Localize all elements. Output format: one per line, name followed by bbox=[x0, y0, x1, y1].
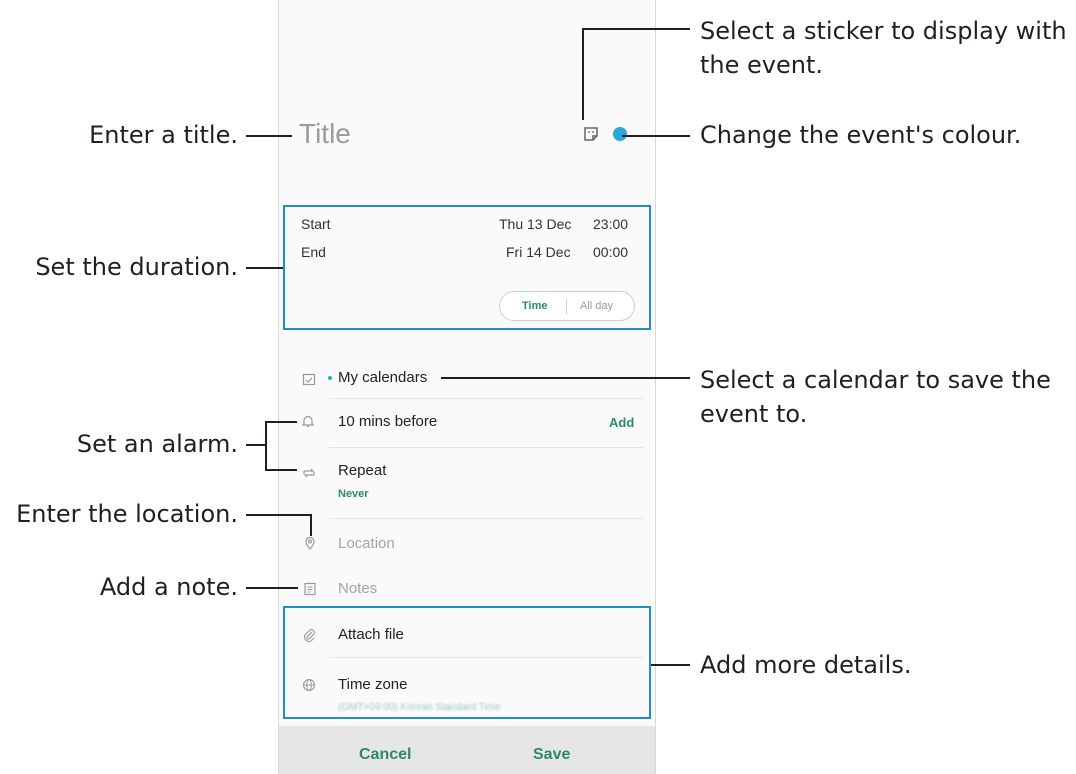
line-sticker-h bbox=[582, 28, 690, 30]
title-input[interactable]: Title bbox=[299, 118, 351, 150]
line-alarm-top bbox=[265, 421, 297, 423]
annotation-calendar-line2: event to. bbox=[700, 400, 808, 428]
line-details bbox=[651, 664, 690, 666]
divider bbox=[329, 398, 643, 399]
color-dot-icon[interactable] bbox=[613, 127, 627, 141]
line-colour bbox=[622, 135, 690, 137]
location-input[interactable]: Location bbox=[338, 535, 395, 552]
save-button[interactable]: Save bbox=[533, 746, 570, 764]
line-alarm-stem bbox=[246, 444, 266, 446]
notes-icon bbox=[303, 582, 317, 596]
annotation-sticker: Select a sticker to display with the eve… bbox=[700, 14, 1067, 82]
annotation-alarm: Set an alarm. bbox=[76, 430, 238, 458]
divider bbox=[329, 518, 643, 519]
line-title bbox=[246, 135, 292, 137]
repeat-value: Never bbox=[338, 488, 369, 500]
sticker-icon[interactable] bbox=[583, 126, 599, 142]
details-highlight bbox=[283, 606, 651, 719]
divider bbox=[329, 447, 643, 448]
bottom-action-bar: Cancel Save bbox=[279, 726, 655, 774]
line-alarm-bottom bbox=[265, 469, 297, 471]
duration-highlight bbox=[283, 205, 651, 330]
annotation-colour: Change the event's colour. bbox=[700, 121, 1022, 149]
annotation-sticker-line1: Select a sticker to display with bbox=[700, 17, 1067, 45]
calendar-color-dot bbox=[328, 376, 332, 380]
annotation-sticker-line2: the event. bbox=[700, 51, 823, 79]
alarm-add-button[interactable]: Add bbox=[609, 415, 634, 430]
annotation-note: Add a note. bbox=[99, 573, 238, 601]
line-calendar bbox=[441, 377, 690, 379]
annotation-calendar-line1: Select a calendar to save the bbox=[700, 366, 1051, 394]
annotation-details: Add more details. bbox=[700, 651, 912, 679]
annotation-location: Enter the location. bbox=[16, 500, 238, 528]
repeat-label[interactable]: Repeat bbox=[338, 462, 386, 479]
repeat-icon bbox=[302, 466, 316, 480]
calendar-icon bbox=[302, 372, 316, 386]
annotation-duration: Set the duration. bbox=[35, 253, 238, 281]
line-duration bbox=[246, 267, 283, 269]
alarm-value[interactable]: 10 mins before bbox=[338, 413, 437, 430]
bell-icon bbox=[301, 414, 315, 428]
calendar-select[interactable]: My calendars bbox=[338, 369, 427, 386]
line-location-h bbox=[246, 514, 312, 516]
line-note bbox=[246, 587, 298, 589]
cancel-button[interactable]: Cancel bbox=[359, 746, 411, 764]
line-sticker-v bbox=[582, 28, 584, 120]
annotation-title: Enter a title. bbox=[89, 121, 238, 149]
location-icon bbox=[303, 536, 317, 550]
annotation-calendar: Select a calendar to save the event to. bbox=[700, 363, 1051, 431]
line-location-v bbox=[310, 514, 312, 536]
notes-input[interactable]: Notes bbox=[338, 580, 377, 597]
